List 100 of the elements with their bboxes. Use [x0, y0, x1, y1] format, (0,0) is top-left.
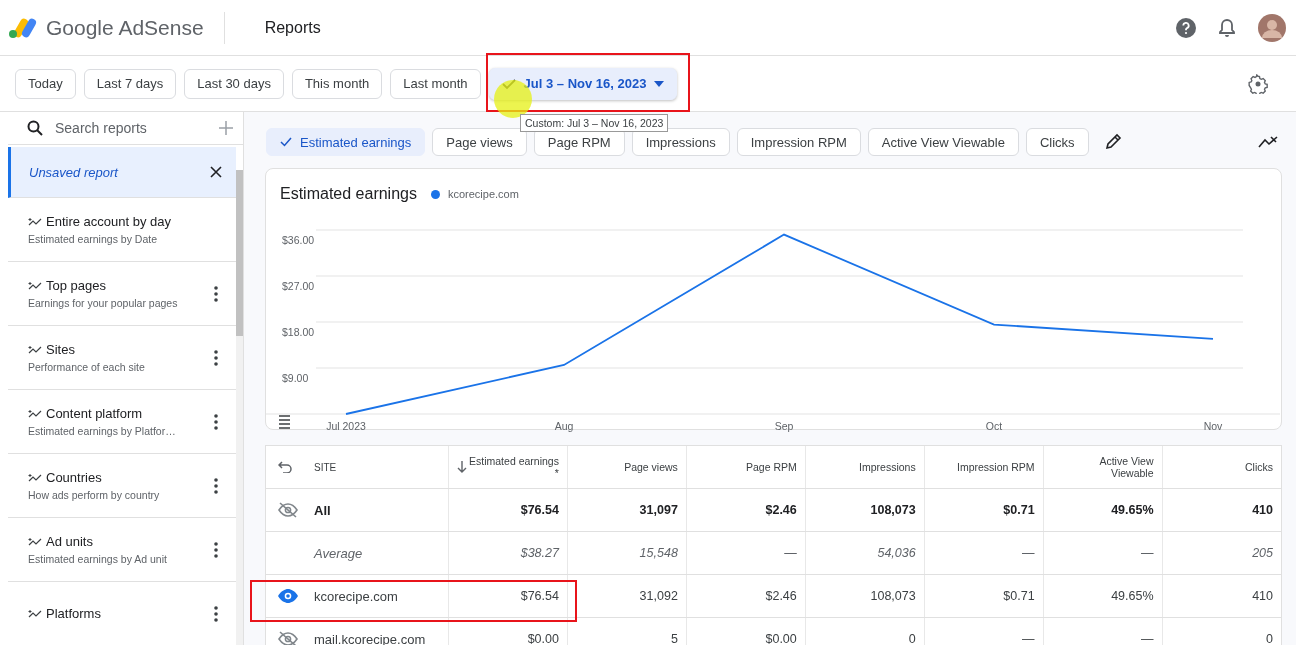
table-value: $0.71 [1003, 503, 1035, 517]
x-axis-label: Nov [1203, 420, 1223, 432]
search-icon [27, 120, 43, 136]
table-value: $76.54 [520, 503, 559, 517]
table-value: 410 [1252, 503, 1273, 517]
y-axis-label: $18.00 [282, 326, 315, 338]
table-value: 49.65% [1111, 503, 1154, 517]
table-value: $76.54 [520, 589, 559, 603]
trend-chart-icon[interactable] [1258, 136, 1278, 148]
report-title: Sites [46, 342, 75, 357]
report-description: Performance of each site [28, 361, 145, 373]
table-value: 5 [670, 632, 678, 645]
date-range-chip[interactable]: Last 30 days [184, 68, 284, 99]
table-value: 410 [1252, 589, 1273, 603]
settings-icon[interactable] [1248, 73, 1268, 94]
sparkle-chart-icon [28, 216, 42, 227]
column-header[interactable]: Estimated earnings * [468, 455, 559, 479]
column-header[interactable]: Clicks [1245, 461, 1273, 473]
date-range-chip[interactable]: This month [291, 68, 383, 99]
sparkle-chart-icon [28, 536, 42, 547]
date-range-chip[interactable]: Last 7 days [83, 68, 177, 99]
date-range-chip[interactable]: Today [15, 68, 76, 99]
check-icon [280, 137, 292, 147]
table-value: 0 [1266, 632, 1273, 645]
table-value: — [1022, 632, 1035, 645]
hidden-eye-icon[interactable] [278, 631, 298, 645]
dropdown-caret-icon [654, 80, 665, 87]
x-axis-label: Sep [774, 420, 794, 432]
metric-chip[interactable]: Page views [432, 128, 527, 156]
edit-icon[interactable] [1103, 133, 1122, 151]
table-value: — [784, 546, 797, 560]
scrollbar-thumb[interactable] [236, 170, 243, 336]
table-value: 15,548 [639, 546, 678, 560]
metric-chip[interactable]: Active View Viewable [867, 128, 1019, 156]
legend-label: kcorecipe.com [447, 188, 519, 200]
notifications-icon[interactable] [1218, 17, 1236, 38]
report-title: Entire account by day [46, 214, 172, 229]
menu-icon[interactable] [278, 415, 291, 429]
metric-chip[interactable]: Estimated earnings [266, 128, 426, 156]
y-axis-label: $27.00 [282, 280, 315, 292]
more-options-icon[interactable] [214, 349, 218, 366]
column-header[interactable]: Impression RPM [957, 461, 1035, 473]
table-value: 108,073 [870, 503, 916, 517]
report-title: Platforms [46, 606, 101, 621]
date-range-chip[interactable]: Last month [390, 68, 481, 99]
more-options-icon[interactable] [214, 285, 218, 302]
close-icon[interactable] [210, 166, 222, 178]
metric-chip[interactable]: Impression RPM [736, 128, 861, 156]
column-header[interactable]: Active View Viewable [1063, 455, 1154, 479]
hidden-eye-icon[interactable] [278, 502, 298, 518]
table-value: 49.65% [1111, 589, 1154, 603]
x-axis-label: Oct [985, 420, 1003, 432]
help-icon[interactable] [1176, 17, 1196, 38]
undo-icon[interactable] [278, 461, 292, 473]
more-options-icon[interactable] [214, 477, 218, 494]
report-list-item[interactable]: Unsaved report [8, 147, 236, 198]
more-options-icon[interactable] [214, 413, 218, 430]
table-value: $2.46 [765, 589, 797, 603]
report-description: Estimated earnings by Platfor… [28, 425, 176, 437]
sparkle-chart-icon [28, 408, 42, 419]
table-value: $0.00 [527, 632, 559, 645]
report-title: Unsaved report [29, 164, 118, 180]
avatar-icon[interactable] [1258, 13, 1286, 42]
site-name: Average [314, 545, 363, 561]
metric-chip[interactable]: Clicks [1025, 128, 1089, 156]
more-options-icon[interactable] [214, 541, 218, 558]
column-header[interactable]: Impressions [859, 461, 916, 473]
report-description: Estimated earnings by Ad unit [28, 553, 167, 565]
tooltip: Custom: Jul 3 – Nov 16, 2023 [520, 114, 669, 132]
date-range-chip[interactable]: Jul 3 – Nov 16, 2023 [488, 67, 678, 100]
sparkle-chart-icon [28, 280, 42, 291]
table-value: $0.00 [765, 632, 797, 645]
visible-eye-icon[interactable] [278, 589, 298, 603]
table-value: — [1022, 546, 1035, 560]
x-axis-label: Aug [554, 420, 574, 432]
metric-chip[interactable]: Impressions [631, 128, 730, 156]
report-description: Earnings for your popular pages [28, 297, 178, 309]
chart-title: Estimated earnings [280, 185, 417, 203]
x-axis-label: Jul 2023 [326, 420, 366, 432]
table-value: 0 [908, 632, 916, 645]
product-name: Google AdSense [46, 15, 204, 40]
site-name: All [314, 502, 331, 518]
column-header[interactable]: Page views [624, 461, 678, 473]
y-axis-label: $36.00 [282, 234, 315, 246]
column-header[interactable]: Page RPM [746, 461, 797, 473]
column-header[interactable]: SITE [314, 461, 337, 473]
sparkle-chart-icon [28, 608, 42, 619]
report-title: Ad units [46, 534, 93, 549]
table-value: 31,097 [639, 503, 678, 517]
table-value: $2.46 [765, 503, 797, 517]
sparkle-chart-icon [28, 344, 42, 355]
table-value: — [1141, 632, 1154, 645]
sort-descending-icon[interactable] [457, 461, 467, 473]
report-description: Estimated earnings by Date [28, 233, 158, 245]
site-name: kcorecipe.com [314, 588, 398, 604]
page-title: Reports [264, 18, 321, 37]
report-title: Countries [46, 470, 102, 485]
table-value: 54,036 [877, 546, 916, 560]
more-options-icon[interactable] [214, 605, 218, 622]
table-value: 205 [1252, 546, 1273, 560]
